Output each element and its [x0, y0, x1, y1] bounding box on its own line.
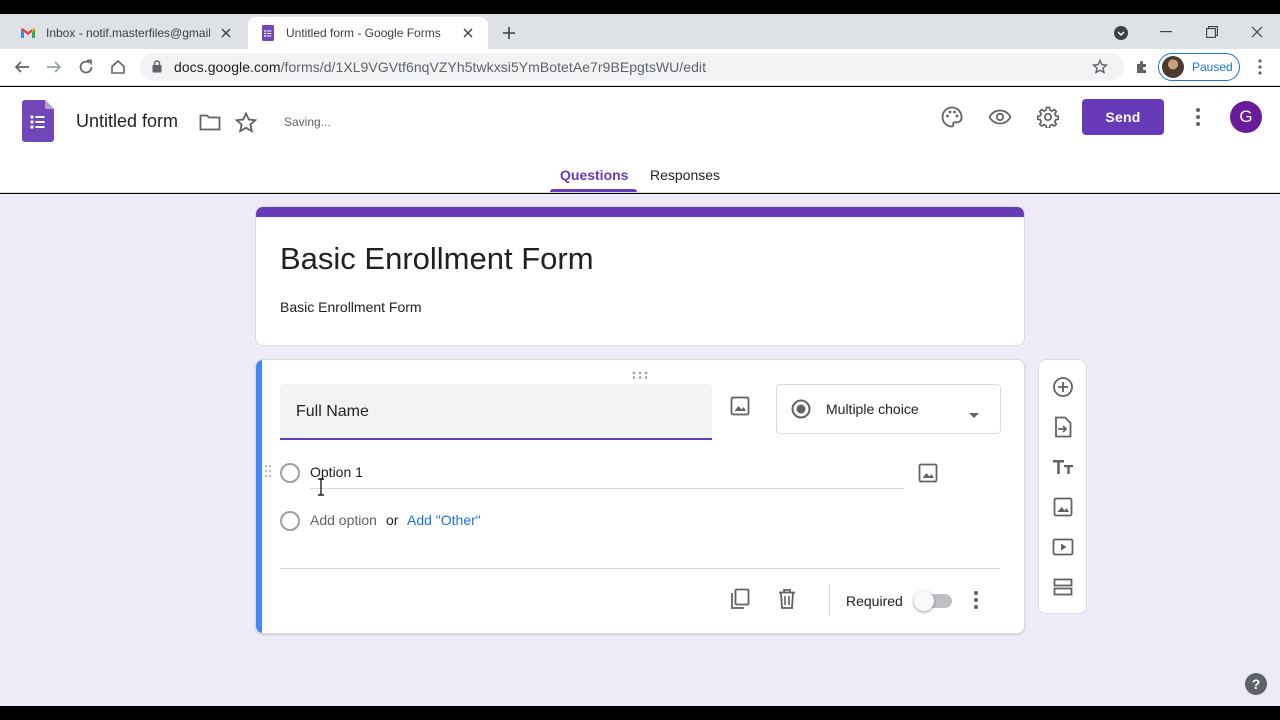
- dropdown-arrow-icon: [969, 405, 979, 423]
- star-icon[interactable]: [234, 111, 258, 138]
- theme-color-bar: [256, 207, 1024, 217]
- forms-icon: [260, 25, 276, 41]
- save-status: Saving...: [284, 115, 331, 129]
- question-type-label: Multiple choice: [826, 401, 919, 417]
- minimize-icon[interactable]: [1143, 14, 1189, 49]
- tab-google-forms[interactable]: Untitled form - Google Forms: [248, 17, 488, 49]
- add-image-icon[interactable]: [1051, 495, 1075, 519]
- browser-tab-strip: Inbox - notif.masterfiles@gmail.c Untitl…: [0, 14, 1280, 49]
- option-drag-handle-icon[interactable]: [264, 464, 272, 483]
- settings-gear-icon[interactable]: [1028, 97, 1068, 137]
- import-questions-icon[interactable]: [1051, 415, 1075, 439]
- tab-search-icon[interactable]: [1112, 24, 1130, 42]
- add-option-link[interactable]: Add option: [310, 512, 377, 528]
- option-underline: [310, 488, 904, 489]
- tab-gmail-inbox[interactable]: Inbox - notif.masterfiles@gmail.c: [8, 17, 246, 49]
- add-title-icon[interactable]: [1051, 455, 1075, 479]
- active-tab-indicator: [550, 189, 637, 192]
- google-forms-logo[interactable]: [22, 100, 54, 142]
- forms-header: Untitled form Saving... Send G Questions…: [0, 87, 1280, 193]
- add-option-radio-icon: [280, 511, 300, 531]
- url-text: docs.google.com/forms/d/1XL9VGVtf6nqVZYh…: [174, 59, 706, 75]
- required-label: Required: [846, 593, 903, 609]
- required-toggle[interactable]: [914, 591, 952, 611]
- question-type-dropdown[interactable]: Multiple choice: [776, 384, 1001, 434]
- forward-icon[interactable]: [40, 53, 68, 81]
- or-text: or: [386, 512, 399, 528]
- profile-paused-button[interactable]: Paused: [1158, 53, 1240, 81]
- account-avatar[interactable]: G: [1230, 101, 1262, 133]
- duplicate-icon[interactable]: [729, 588, 751, 615]
- form-title[interactable]: Basic Enrollment Form: [280, 241, 594, 277]
- close-window-icon[interactable]: [1234, 14, 1280, 49]
- address-bar[interactable]: docs.google.com/forms/d/1XL9VGVtf6nqVZYh…: [140, 53, 1124, 81]
- tab-responses[interactable]: Responses: [650, 167, 720, 183]
- new-tab-icon[interactable]: [498, 22, 520, 44]
- help-icon[interactable]: ?: [1245, 673, 1267, 695]
- reload-icon[interactable]: [72, 53, 100, 81]
- tab-title: Inbox - notif.masterfiles@gmail.c: [46, 26, 210, 40]
- restore-icon[interactable]: [1189, 14, 1235, 49]
- delete-trash-icon[interactable]: [777, 588, 797, 615]
- question-card[interactable]: Full Name Multiple choice Option 1 Add o…: [255, 359, 1025, 634]
- customize-theme-icon[interactable]: [932, 97, 972, 137]
- document-title[interactable]: Untitled form: [76, 111, 178, 132]
- tab-questions[interactable]: Questions: [560, 167, 628, 183]
- send-button[interactable]: Send: [1082, 99, 1164, 135]
- profile-status: Paused: [1192, 60, 1233, 74]
- radio-button-checked-icon: [791, 399, 811, 424]
- card-drag-handle-icon[interactable]: [632, 366, 648, 384]
- gmail-icon: [20, 25, 36, 41]
- back-icon[interactable]: [8, 53, 36, 81]
- card-footer-divider: [280, 568, 1000, 569]
- add-video-icon[interactable]: [1051, 535, 1075, 559]
- more-options-icon[interactable]: [1178, 97, 1218, 137]
- question-title-text: Full Name: [296, 403, 369, 420]
- add-other-link[interactable]: Add "Other": [407, 512, 481, 528]
- floating-side-toolbar: [1038, 359, 1087, 614]
- browser-toolbar: docs.google.com/forms/d/1XL9VGVtf6nqVZYh…: [0, 49, 1280, 86]
- text-cursor-icon: [316, 478, 326, 501]
- add-question-icon[interactable]: [1051, 375, 1075, 399]
- form-title-card[interactable]: Basic Enrollment Form Basic Enrollment F…: [255, 206, 1025, 346]
- question-more-icon[interactable]: [966, 590, 986, 615]
- option-radio-icon: [280, 463, 300, 483]
- home-icon[interactable]: [104, 53, 132, 81]
- url-host: docs.google.com: [174, 59, 281, 75]
- close-tab-icon[interactable]: [218, 25, 234, 41]
- lock-icon[interactable]: [152, 60, 162, 78]
- extensions-icon[interactable]: [1128, 53, 1156, 81]
- footer-separator: [829, 584, 830, 616]
- preview-eye-icon[interactable]: [980, 97, 1020, 137]
- url-path: /forms/d/1XL9VGVtf6nqVZYh5twkxsi5YmBotet…: [280, 59, 707, 75]
- toggle-thumb: [914, 591, 934, 611]
- active-card-indicator: [256, 360, 262, 633]
- question-title-input[interactable]: Full Name: [280, 384, 712, 440]
- form-description[interactable]: Basic Enrollment Form: [280, 299, 422, 315]
- folder-icon[interactable]: [199, 113, 221, 136]
- add-image-icon[interactable]: [730, 396, 750, 421]
- profile-avatar: [1162, 56, 1184, 78]
- chrome-menu-icon[interactable]: [1246, 53, 1274, 81]
- bookmark-star-icon[interactable]: [1091, 58, 1109, 80]
- tab-title: Untitled form - Google Forms: [286, 26, 441, 40]
- add-section-icon[interactable]: [1051, 575, 1075, 599]
- option-image-icon[interactable]: [918, 463, 938, 488]
- close-tab-icon[interactable]: [460, 25, 476, 41]
